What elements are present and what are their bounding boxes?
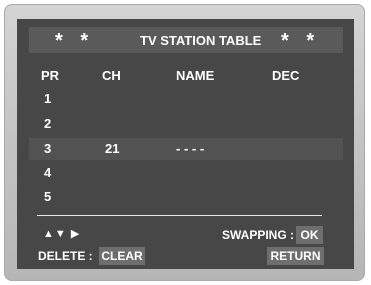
osd-screen: * * TV STATION TABLE * * PR CH NAME DEC … [17,19,354,269]
column-header-name: NAME [176,68,215,83]
row-pr: 4 [44,165,52,180]
clear-button[interactable]: CLEAR [99,247,145,265]
row-pr: 1 [44,91,52,106]
row-name: - - - - [176,141,205,156]
station-row-2[interactable]: 2 [29,113,343,135]
column-header-dec: DEC [272,68,300,83]
navigation-arrows-icon: ▲▼ ▶ [43,228,81,240]
row-pr: 2 [44,116,52,131]
station-row-1[interactable]: 1 [29,88,343,110]
station-row-4[interactable]: 4 [29,162,343,184]
station-row-5[interactable]: 5 [29,186,343,208]
page-title: TV STATION TABLE [140,33,262,48]
title-stars-right: * * [281,30,321,52]
delete-label: DELETE : [38,249,93,263]
divider [37,215,322,216]
swapping-label: SWAPPING : [222,228,295,242]
row-pr: 5 [44,189,52,204]
column-header-pr: PR [41,68,60,83]
station-row-3[interactable]: 3 21 - - - - [29,138,343,160]
row-pr: 3 [44,141,52,156]
title-stars-left: * * [55,30,95,52]
title-bar: * * TV STATION TABLE * * [29,27,343,53]
return-button[interactable]: RETURN [267,247,324,265]
row-ch: 21 [105,141,120,156]
ok-button[interactable]: OK [296,226,323,244]
column-header-ch: CH [102,68,121,83]
